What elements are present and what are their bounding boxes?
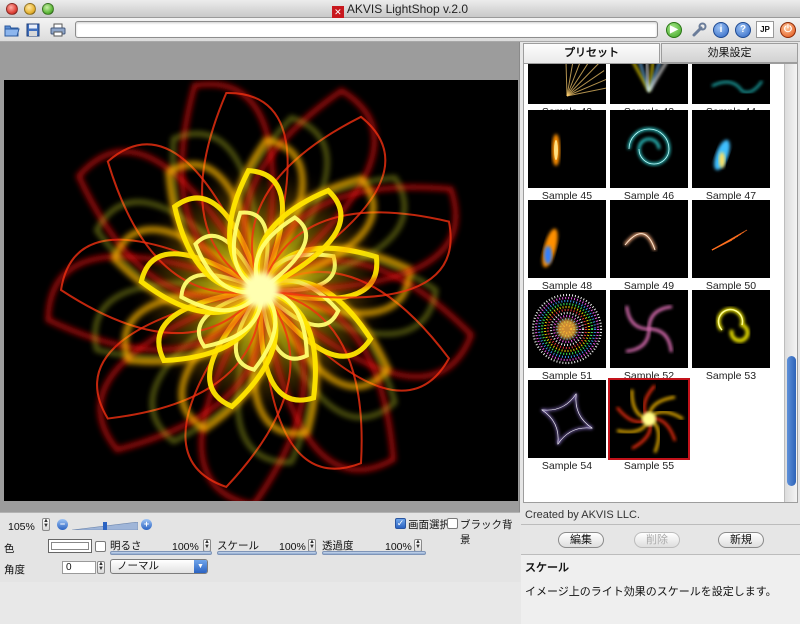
preset-preview-icon: [714, 139, 730, 171]
preset-preview-icon: [531, 293, 603, 365]
blend-mode-value: ノーマル: [117, 560, 159, 572]
help-icon: ?: [735, 21, 751, 38]
preset-preview-icon: [616, 384, 684, 453]
select-area-checkbox[interactable]: ✓: [395, 518, 406, 529]
preset-thumbnail[interactable]: [610, 290, 688, 368]
printer-icon: [50, 23, 66, 36]
tab-presets[interactable]: プリセット: [523, 43, 660, 63]
preset-label: Sample 55: [623, 460, 675, 472]
preset-scrollbar[interactable]: [784, 64, 797, 502]
preset-preview-icon: [625, 305, 673, 353]
preset-thumbnail[interactable]: [608, 378, 690, 460]
preset-label: Sample 53: [705, 370, 757, 382]
zoom-out-icon[interactable]: −: [57, 519, 68, 530]
preset-preview-icon: [552, 134, 560, 166]
preset-preview-icon: [627, 127, 671, 166]
info-icon: i: [713, 21, 729, 38]
image-preview[interactable]: [4, 80, 518, 501]
wrench-icon: [692, 22, 707, 36]
image-canvas-area[interactable]: [0, 42, 520, 512]
help-panel: スケール イメージ上のライト効果のスケールを設定します。: [521, 554, 800, 624]
info-button[interactable]: i: [712, 21, 730, 38]
window-title: AKVIS LightShop v.2.0: [346, 2, 469, 16]
preset-label: Sample 54: [541, 460, 593, 472]
title-bar: ✕ AKVIS LightShop v.2.0: [0, 0, 800, 18]
preset-thumbnail[interactable]: [610, 64, 688, 104]
brightness-slider[interactable]: [110, 551, 212, 555]
credits-text: Created by AKVIS LLC.: [525, 509, 640, 521]
preset-thumbnail[interactable]: [528, 200, 606, 278]
preset-preview-icon: [542, 228, 558, 268]
zoom-in-icon[interactable]: +: [141, 519, 152, 530]
preset-preview-icon: [541, 393, 593, 445]
delete-preset-button[interactable]: 削除: [634, 532, 680, 548]
window-title-wrap: ✕ AKVIS LightShop v.2.0: [0, 2, 800, 18]
zoom-stepper[interactable]: ▲ ▼: [42, 518, 50, 531]
preset-list[interactable]: Sample 42Sample 43Sample 44Sample 45Samp…: [523, 63, 798, 503]
preset-thumbnail[interactable]: [692, 110, 770, 188]
preset-preview-icon: [711, 229, 748, 251]
new-preset-button[interactable]: 新規: [718, 532, 764, 548]
floppy-disk-icon: [26, 23, 40, 36]
divider: [521, 524, 800, 525]
akvis-logo-icon: ✕: [331, 6, 344, 18]
zoom-slider[interactable]: [72, 522, 138, 530]
folder-open-icon: [4, 25, 20, 36]
angle-stepper[interactable]: ▲ ▼: [97, 561, 105, 574]
blend-mode-select[interactable]: ノーマル ▼: [110, 559, 208, 574]
preferences-button[interactable]: [690, 21, 708, 38]
edit-preset-button[interactable]: 編集: [558, 532, 604, 548]
scale-slider[interactable]: [217, 551, 317, 555]
help-button[interactable]: ?: [734, 21, 752, 38]
chevron-down-icon: ▼: [194, 560, 207, 573]
preset-thumbnail[interactable]: [692, 290, 770, 368]
preset-thumbnail[interactable]: [528, 290, 606, 368]
print-button[interactable]: [49, 21, 67, 38]
language-button[interactable]: JP: [756, 21, 774, 38]
black-background-label: ブラック背景: [460, 519, 513, 546]
power-icon: ⏻: [780, 21, 796, 38]
preset-scrollbar-thumb[interactable]: [787, 356, 796, 486]
toolbar: ▶ i ? JP ⏻: [0, 18, 800, 42]
preset-thumbnail[interactable]: [692, 64, 770, 104]
preset-thumbnail[interactable]: [692, 200, 770, 278]
help-title: スケール: [525, 562, 569, 574]
zoom-value: 105%: [8, 521, 35, 533]
help-text: イメージ上のライト効果のスケールを設定します。: [525, 586, 777, 598]
tab-effect-settings[interactable]: 効果設定: [661, 43, 798, 63]
preset-preview-icon: [716, 307, 750, 343]
color-swatch[interactable]: [48, 539, 92, 553]
preset-thumbnail[interactable]: [528, 110, 606, 188]
preset-preview-icon: [565, 64, 606, 97]
settings-bar: 105% ▲ ▼ − + ✓ 画面選択 ブラック背景 色 明るさ 100% ▲ ▼ …: [0, 512, 520, 582]
right-panel: プリセット 効果設定 Sample 42Sample 43Sample 44Sa…: [521, 42, 800, 624]
run-button[interactable]: ▶: [665, 21, 683, 38]
color-label: 色: [4, 543, 15, 555]
opacity-slider[interactable]: [322, 551, 426, 555]
app-window: ✕ AKVIS LightShop v.2.0 ▶ i ? JP ⏻ プリセット…: [0, 0, 800, 624]
preset-thumbnail[interactable]: [610, 200, 688, 278]
preset-thumbnail[interactable]: [610, 110, 688, 188]
preset-preview-icon: [623, 232, 657, 251]
select-area-label: 画面選択: [408, 519, 450, 531]
akvis-home-button[interactable]: ⏻: [779, 21, 797, 38]
black-background-checkbox[interactable]: [447, 518, 458, 529]
light-effect-image: [45, 81, 475, 501]
preset-thumbnail[interactable]: [528, 380, 606, 458]
angle-field[interactable]: 0: [62, 561, 96, 574]
angle-label: 角度: [4, 564, 25, 576]
save-file-button[interactable]: [24, 21, 42, 38]
language-jp-icon: JP: [760, 25, 770, 34]
open-file-button[interactable]: [3, 21, 21, 38]
play-icon: ▶: [666, 21, 682, 38]
color-checkbox[interactable]: [95, 541, 106, 552]
preset-preview-icon: [633, 64, 667, 92]
panel-tabs: プリセット 効果設定: [523, 43, 798, 63]
path-field[interactable]: [75, 21, 658, 38]
preset-thumbnail[interactable]: [528, 64, 606, 104]
preset-preview-icon: [711, 80, 763, 94]
